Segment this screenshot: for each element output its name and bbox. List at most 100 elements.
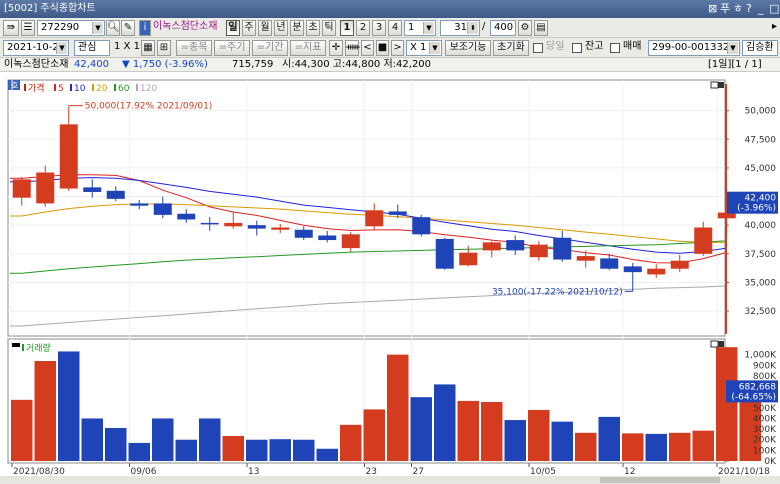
link-icon[interactable]: ✎ (121, 20, 135, 36)
grid-icon[interactable]: ▦ (141, 40, 155, 56)
period-second-button[interactable]: 초 (306, 20, 320, 36)
stock-code-field[interactable]: 272290 ▼ (37, 20, 105, 36)
window-maximize-icon[interactable]: □ (769, 0, 779, 18)
interval-1-button[interactable]: 1 (340, 20, 354, 36)
same-stock-button[interactable]: =종목 (176, 40, 212, 56)
chevron-down-icon[interactable]: ▼ (727, 42, 738, 54)
spinner-icon[interactable]: ⬍ (467, 22, 478, 34)
date-tick-label: 23 (366, 467, 377, 477)
interval-4-button[interactable]: 4 (388, 20, 402, 36)
legend-swatch (70, 84, 72, 91)
interval-2-button[interactable]: 2 (356, 20, 370, 36)
scroll-left-icon[interactable]: < (361, 40, 374, 56)
candle-body (177, 213, 196, 220)
account-select[interactable]: 299-00-001332 ▼ (648, 40, 740, 56)
date-tick-label: 09/06 (131, 467, 157, 477)
stock-chart[interactable]: 호 32,50035,00037,50040,00042,50045,00047… (0, 72, 780, 484)
volume-bar (128, 442, 150, 461)
same-indicator-button[interactable]: =지표 (290, 40, 326, 56)
split-icon[interactable]: ⊞ (157, 40, 171, 56)
interval-3-button[interactable]: 3 (372, 20, 386, 36)
period-month-button[interactable]: 월 (258, 20, 272, 36)
candle-body (412, 217, 431, 235)
chevron-down-icon[interactable]: ▼ (423, 22, 434, 34)
info-stock-name: 이녹스첨단소재 (4, 59, 69, 70)
price-tick-label: 45,000 (745, 164, 777, 174)
legend-swatch (54, 84, 56, 91)
stock-name-label: 이녹스첨단소재 (153, 21, 218, 32)
candle-body (247, 225, 266, 229)
volume-bar (716, 347, 738, 461)
crosshair-icon[interactable]: ✛ (329, 40, 343, 56)
period-tick-button[interactable]: 틱 (322, 20, 336, 36)
interest-select[interactable]: 관심 (74, 40, 110, 56)
stock-info-icon[interactable]: i (139, 20, 151, 36)
volume-bar (152, 418, 174, 461)
scale-select[interactable]: X 1 ▼ (406, 40, 442, 56)
volume-bar (175, 439, 197, 461)
window-minimize-icon[interactable]: _ (758, 0, 764, 18)
search-icon[interactable]: 🔍︎ (106, 20, 120, 36)
candle-body (83, 187, 102, 192)
candle-body (36, 172, 55, 204)
candle-body (670, 260, 689, 269)
period-day-button[interactable]: 일 (226, 20, 240, 36)
candle-body (553, 237, 572, 260)
same-period-button[interactable]: =주기 (214, 40, 250, 56)
aux-function-button[interactable]: 보조기능 (445, 40, 491, 56)
candle-body (647, 268, 666, 275)
count-value: 31 (454, 22, 467, 33)
candle-body (12, 179, 31, 198)
trade-label: 매매 (623, 41, 642, 52)
stop-icon[interactable]: ■ (376, 40, 389, 56)
trade-checkbox[interactable] (610, 43, 620, 53)
candle-body (694, 227, 713, 254)
legend-swatch (114, 84, 116, 91)
legend-label: 10 (74, 84, 86, 94)
chevron-down-icon[interactable]: ▼ (429, 42, 440, 54)
volume-bar (222, 436, 244, 461)
chevron-down-icon[interactable]: ▼ (92, 22, 103, 34)
scroll-right-button-icon[interactable]: > (391, 40, 404, 56)
print-icon[interactable]: ▤ (534, 20, 548, 36)
volume-bar (316, 448, 338, 461)
same-range-button[interactable]: =기간 (252, 40, 288, 56)
reset-button[interactable]: 초기화 (493, 40, 529, 56)
candle-body (59, 124, 78, 189)
period-year-button[interactable]: 년 (274, 20, 288, 36)
window-pin-icon[interactable]: ⊠ (708, 0, 717, 18)
candle-body (506, 240, 525, 251)
period-week-button[interactable]: 주 (242, 20, 256, 36)
last-price-change: (-3.96%) (737, 204, 776, 214)
stock-code-value: 272290 (41, 22, 80, 33)
volume-bar (246, 439, 268, 461)
volume-bar (11, 399, 33, 461)
legend-swatch (24, 84, 26, 91)
scroll-right-icon[interactable]: ▸ (772, 19, 777, 35)
owner-value: 김승환 (746, 42, 774, 53)
window-help-icon[interactable]: ? (746, 0, 752, 18)
chevron-down-icon[interactable]: ▼ (56, 42, 67, 54)
compress-icon[interactable]: ᚔ (345, 40, 360, 56)
vol-panel-close-icon (718, 341, 724, 347)
window-link-icon[interactable]: ㅎ (733, 0, 743, 18)
stock-list-icon[interactable]: ☰ (21, 20, 35, 36)
interval-select[interactable]: 1 ▼ (404, 20, 436, 36)
settings-icon[interactable]: ⚙ (518, 20, 532, 36)
legend-label: 거래량 (26, 342, 51, 354)
count-field[interactable]: 31 ⬍ (440, 20, 480, 36)
nav-arrow-icon[interactable]: ⇛ (3, 20, 19, 36)
last-price-value: 42,400 (745, 194, 777, 204)
scrollbar-thumb (600, 477, 720, 483)
balance-checkbox[interactable] (572, 43, 582, 53)
candle-body (106, 190, 125, 199)
owner-field[interactable]: 김승환 (742, 40, 778, 56)
date-field[interactable]: 2021-10-29 ▼ (3, 40, 69, 56)
date-tick-label: 12 (624, 467, 635, 477)
count-total-field[interactable]: 400 (490, 20, 516, 36)
window-layout-icon[interactable]: 푸 (720, 0, 730, 18)
window-title: [5002] 주식종합차트 (4, 3, 96, 14)
period-minute-button[interactable]: 분 (290, 20, 304, 36)
last-volume-value: 682,668 (739, 382, 776, 392)
daily-checkbox[interactable] (533, 43, 543, 53)
